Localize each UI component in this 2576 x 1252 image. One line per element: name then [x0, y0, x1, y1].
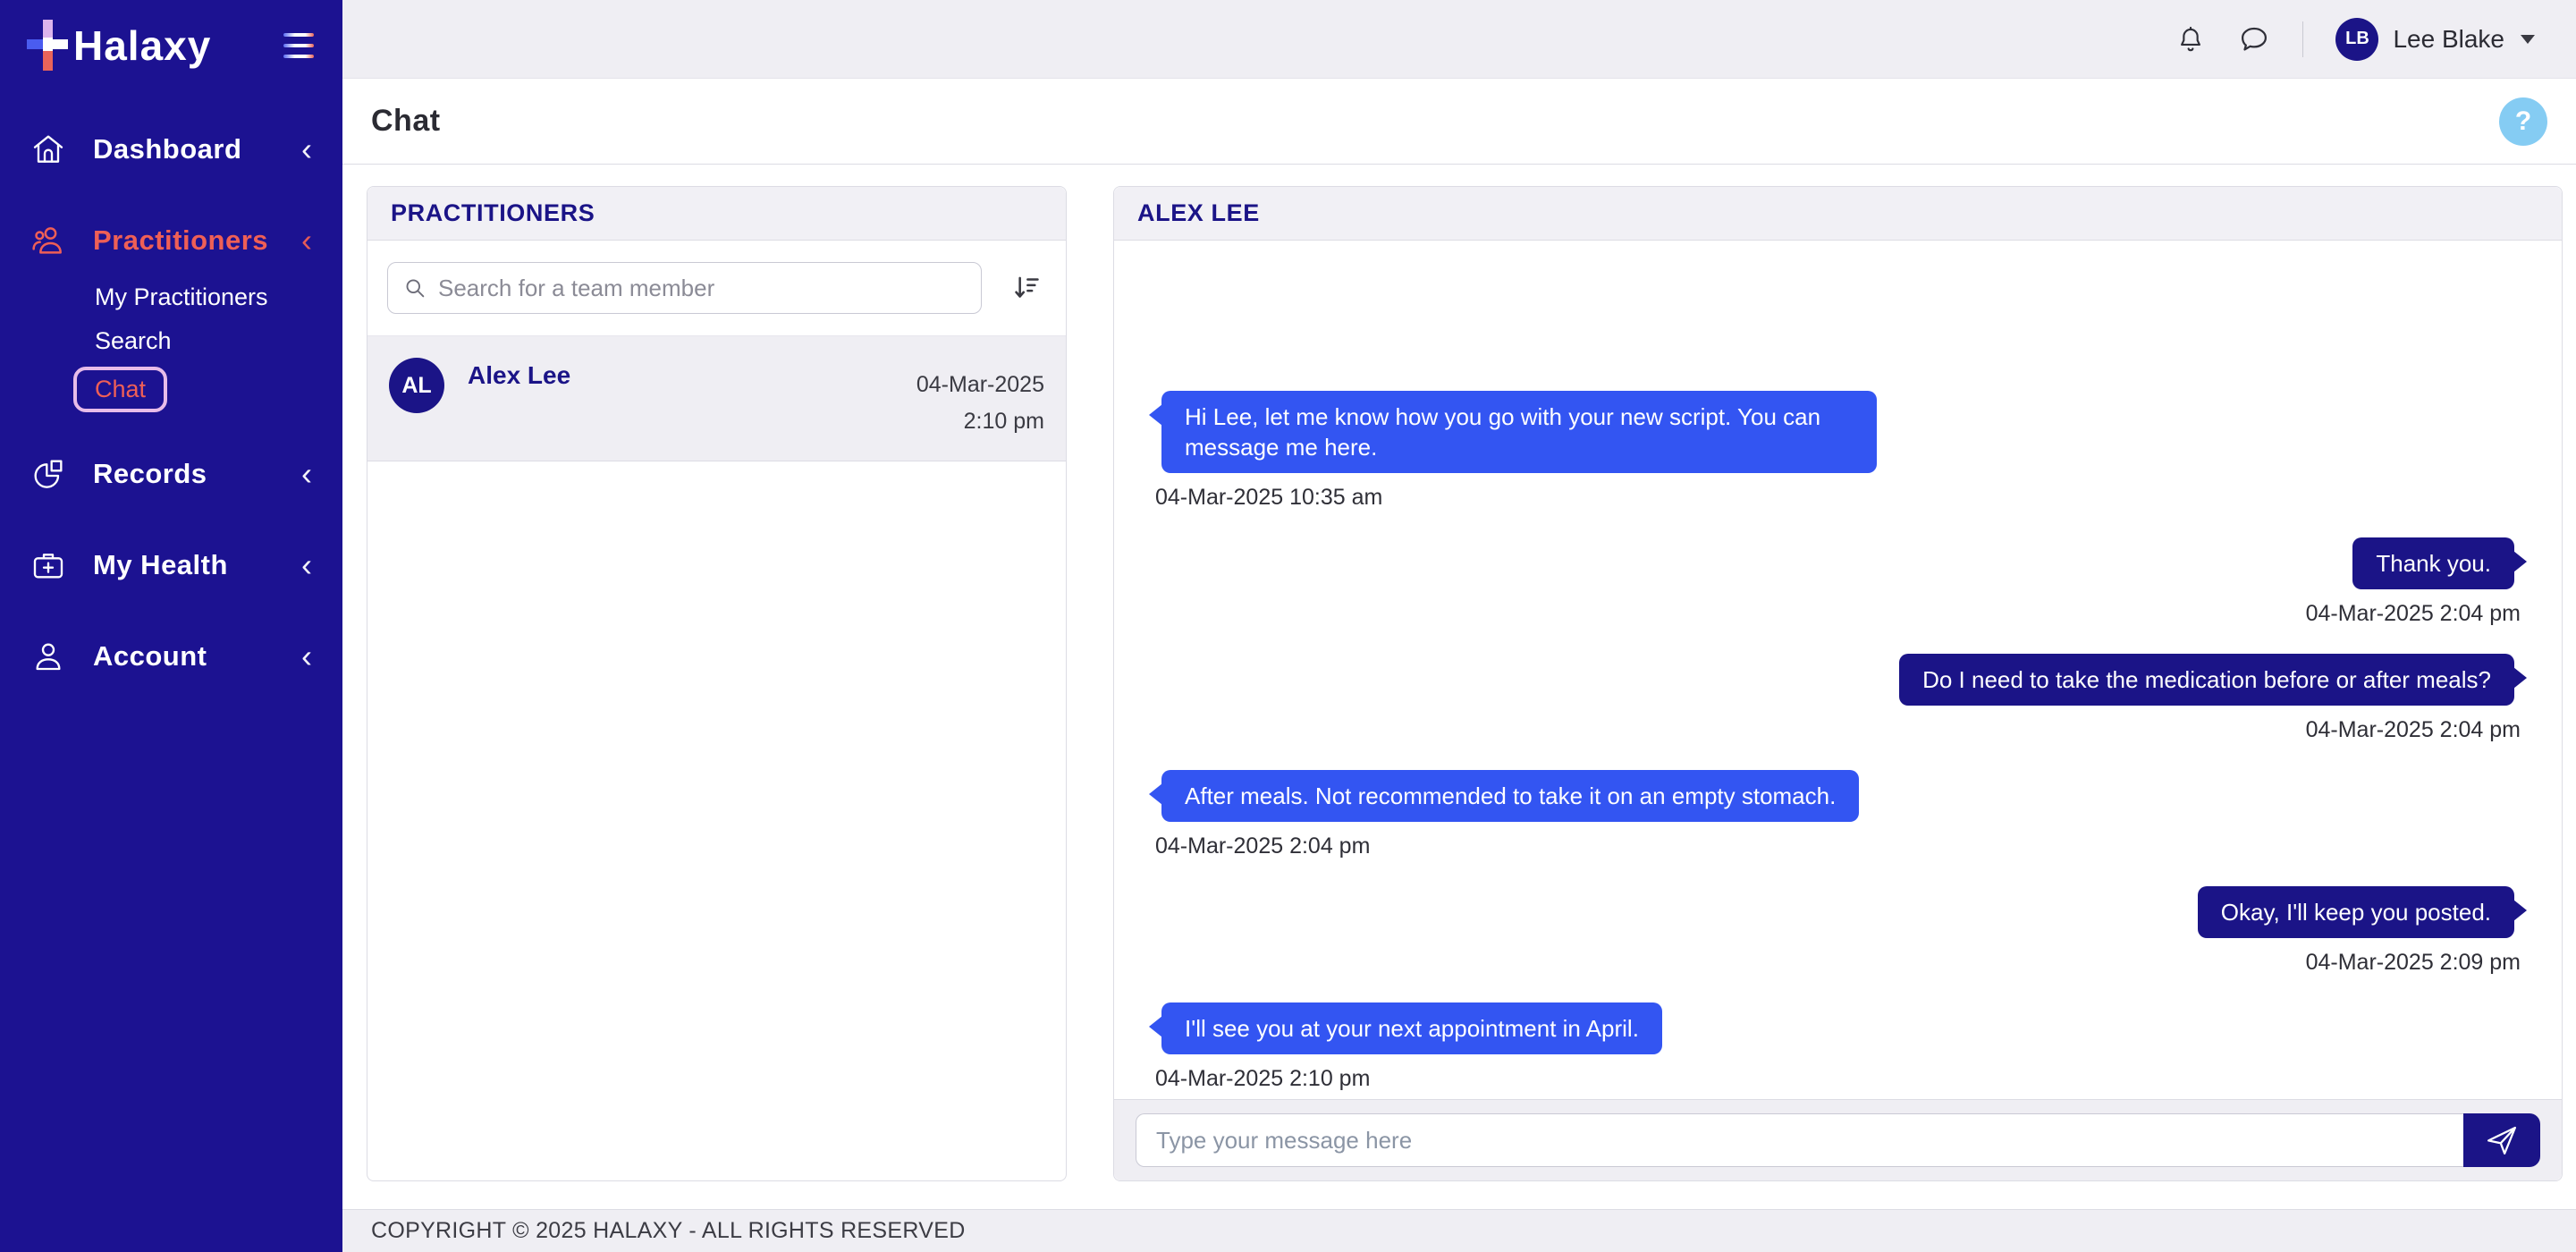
submenu-item-chat[interactable]: Chat [95, 376, 146, 403]
practitioners-panel-header: PRACTITIONERS [367, 187, 1066, 241]
sidebar-item-label: Records [93, 458, 207, 490]
user-avatar: LB [2335, 18, 2378, 61]
notifications-bell-icon[interactable] [2175, 24, 2206, 55]
send-button[interactable] [2463, 1113, 2540, 1167]
practitioners-panel-title: PRACTITIONERS [391, 199, 595, 227]
message-group: Do I need to take the medication before … [1148, 654, 2528, 743]
sidebar-item-label: Practitioners [93, 224, 268, 257]
submenu-item-search[interactable]: Search [95, 319, 342, 363]
sidebar-item-label: Dashboard [93, 133, 241, 165]
sidebar-nav: Dashboard ‹ Practitioners ‹ My Practitio… [0, 120, 342, 686]
people-icon [30, 223, 66, 258]
message-group: I'll see you at your next appointment in… [1148, 1002, 2528, 1092]
sidebar-item-my-health[interactable]: My Health ‹ [0, 536, 342, 595]
message-timestamp: 04-Mar-2025 2:10 pm [1155, 1066, 1370, 1092]
practitioner-search-row [367, 241, 1066, 336]
chevron-left-icon: ‹ [301, 549, 312, 581]
contact-last-message-time: 04-Mar-2025 2:10 pm [916, 358, 1044, 439]
message-input-bar [1114, 1099, 2562, 1180]
chat-partner-name: ALEX LEE [1137, 199, 1260, 227]
message-list: Hi Lee, let me know how you go with your… [1114, 241, 2562, 1099]
chevron-left-icon: ‹ [301, 640, 312, 673]
message-timestamp: 04-Mar-2025 2:04 pm [1155, 833, 1370, 859]
message-timestamp: 04-Mar-2025 2:09 pm [2306, 950, 2521, 976]
incoming-message-bubble: Hi Lee, let me know how you go with your… [1161, 391, 1877, 473]
user-name: Lee Blake [2393, 25, 2504, 54]
sidebar-item-dashboard[interactable]: Dashboard ‹ [0, 120, 342, 179]
page-footer: COPYRIGHT © 2025 HALAXY - ALL RIGHTS RES… [342, 1209, 2576, 1252]
contact-date: 04-Mar-2025 [916, 367, 1044, 403]
search-input[interactable] [438, 275, 967, 302]
app-window: Halaxy Dashboard ‹ [0, 0, 2576, 1252]
sidebar: Halaxy Dashboard ‹ [0, 0, 342, 1252]
incoming-message-bubble: After meals. Not recommended to take it … [1161, 770, 1859, 822]
message-timestamp: 04-Mar-2025 10:35 am [1155, 485, 1382, 511]
sidebar-item-practitioners[interactable]: Practitioners ‹ [0, 211, 342, 270]
content-area: PRACTITIONERS [342, 165, 2576, 1209]
home-icon [30, 131, 66, 167]
chevron-down-icon [2521, 35, 2535, 44]
page-title: Chat [371, 104, 441, 139]
search-box [387, 262, 982, 314]
top-bar: LB Lee Blake [342, 0, 2576, 79]
sidebar-item-label: Account [93, 640, 207, 673]
chevron-left-icon: ‹ [301, 133, 312, 165]
sidebar-item-account[interactable]: Account ‹ [0, 627, 342, 686]
chat-panel-header: ALEX LEE [1114, 187, 2562, 241]
outgoing-message-bubble: Okay, I'll keep you posted. [2198, 886, 2514, 938]
user-menu[interactable]: LB Lee Blake [2335, 18, 2535, 61]
sidebar-item-records[interactable]: Records ‹ [0, 444, 342, 503]
chat-highlight-box: Chat [73, 367, 342, 412]
incoming-message-bubble: I'll see you at your next appointment in… [1161, 1002, 1662, 1054]
logo-text: Halaxy [73, 21, 211, 70]
practitioners-submenu: My Practitioners Search Chat [95, 275, 342, 412]
chevron-left-icon: ‹ [301, 224, 312, 257]
halaxy-plus-icon [27, 18, 68, 73]
pie-chart-icon [30, 456, 66, 492]
message-input[interactable] [1136, 1113, 2463, 1167]
outgoing-message-bubble: Thank you. [2352, 537, 2514, 589]
message-timestamp: 04-Mar-2025 2:04 pm [2306, 717, 2521, 743]
chat-panel: ALEX LEE Hi Lee, let me know how you go … [1113, 186, 2563, 1181]
main-area: LB Lee Blake Chat ? PRACTITIONERS [342, 0, 2576, 1252]
halaxy-logo[interactable]: Halaxy [27, 18, 211, 73]
message-group: Hi Lee, let me know how you go with your… [1148, 391, 2528, 511]
message-group: Okay, I'll keep you posted. 04-Mar-2025 … [1148, 886, 2528, 976]
person-icon [30, 639, 66, 674]
practitioners-panel: PRACTITIONERS [367, 186, 1067, 1181]
contact-avatar: AL [389, 358, 444, 413]
copyright-text: COPYRIGHT © 2025 HALAXY - ALL RIGHTS RES… [371, 1218, 966, 1244]
contact-clock-time: 2:10 pm [916, 403, 1044, 440]
title-bar: Chat ? [342, 79, 2576, 165]
message-group: After meals. Not recommended to take it … [1148, 770, 2528, 859]
submenu-item-my-practitioners[interactable]: My Practitioners [95, 275, 342, 319]
medical-kit-icon [30, 547, 66, 583]
sidebar-logo-row: Halaxy [0, 0, 342, 73]
paper-plane-icon [2483, 1121, 2521, 1159]
search-icon [402, 275, 427, 300]
contact-name: Alex Lee [468, 358, 570, 390]
messages-bubble-icon[interactable] [2238, 23, 2270, 55]
message-group: Thank you. 04-Mar-2025 2:04 pm [1148, 537, 2528, 627]
chevron-left-icon: ‹ [301, 458, 312, 490]
help-icon[interactable]: ? [2499, 97, 2547, 146]
sidebar-item-label: My Health [93, 549, 228, 581]
outgoing-message-bubble: Do I need to take the medication before … [1899, 654, 2514, 706]
sort-icon[interactable] [1005, 267, 1046, 309]
menu-toggle-icon[interactable] [282, 28, 316, 63]
contact-row-alex-lee[interactable]: AL Alex Lee 04-Mar-2025 2:10 pm [367, 336, 1066, 461]
header-divider [2302, 21, 2303, 57]
message-timestamp: 04-Mar-2025 2:04 pm [2306, 601, 2521, 627]
